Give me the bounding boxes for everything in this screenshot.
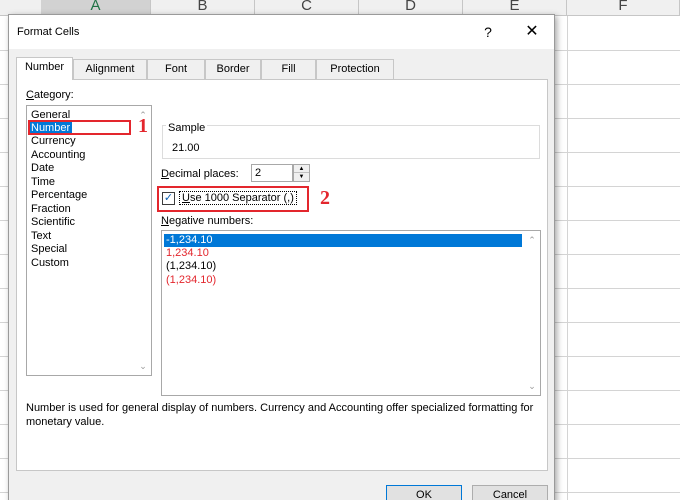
decimal-places-input[interactable]: 2 <box>251 164 293 182</box>
help-button[interactable]: ? <box>478 21 498 43</box>
category-label-rest: ategory: <box>33 89 74 101</box>
spin-down-icon[interactable]: ▼ <box>294 173 309 181</box>
category-item-fraction[interactable]: Fraction <box>30 203 73 216</box>
category-item-scientific[interactable]: Scientific <box>30 216 77 229</box>
close-button[interactable]: ✕ <box>520 21 544 43</box>
negative-number-option[interactable]: -1,234.10 <box>164 234 522 247</box>
tab-font[interactable]: Font <box>147 59 205 79</box>
negative-numbers-label-accel: N <box>161 215 169 227</box>
dialog-title: Format Cells <box>17 26 80 38</box>
negative-number-option[interactable]: (1,234.10) <box>164 274 522 287</box>
category-item-text[interactable]: Text <box>30 230 53 243</box>
decimal-places-label-accel: D <box>161 168 169 180</box>
category-item-custom[interactable]: Custom <box>30 257 71 270</box>
tab-alignment[interactable]: Alignment <box>73 59 147 79</box>
category-item-time[interactable]: Time <box>30 176 57 189</box>
negative-numbers-listbox[interactable]: -1,234.10 1,234.10 (1,234.10) (1,234.10)… <box>161 230 541 396</box>
sample-label: Sample <box>166 122 208 134</box>
negative-number-option[interactable]: (1,234.10) <box>164 260 522 273</box>
category-listbox[interactable]: General Number Currency Accounting Date … <box>26 105 152 376</box>
ok-button[interactable]: OK <box>386 485 462 500</box>
negative-number-option[interactable]: 1,234.10 <box>164 247 522 260</box>
annotation-number-1: 1 <box>138 115 148 137</box>
column-header-f[interactable]: F <box>567 0 680 16</box>
category-item-percentage[interactable]: Percentage <box>30 189 89 202</box>
separator-label-rest: se 1000 Separator (,) <box>189 192 294 204</box>
negative-numbers-label: Negative numbers: <box>161 215 253 227</box>
format-cells-dialog: Format Cells ? ✕ Number Alignment Font B… <box>8 14 555 500</box>
scroll-up-icon[interactable]: ⌃ <box>526 234 538 246</box>
annotation-box-1 <box>28 120 131 135</box>
category-item-special[interactable]: Special <box>30 243 69 256</box>
spin-up-icon[interactable]: ▲ <box>294 165 309 173</box>
category-label: Category: <box>26 89 74 101</box>
sample-group: 21.00 <box>162 125 540 159</box>
scroll-down-icon[interactable]: ⌄ <box>137 360 149 372</box>
negative-numbers-label-rest: egative numbers: <box>168 215 254 227</box>
separator-checkbox[interactable]: ✓ <box>162 192 175 205</box>
tab-number[interactable]: Number <box>16 57 73 80</box>
decimal-places-label-rest: ecimal places: <box>168 168 239 180</box>
category-item-date[interactable]: Date <box>30 162 56 175</box>
scroll-down-icon[interactable]: ⌄ <box>526 380 538 392</box>
category-item-accounting[interactable]: Accounting <box>30 149 87 162</box>
number-tab-page: Category: General Number Currency Accoun… <box>16 79 548 471</box>
category-label-accel: C <box>26 89 34 101</box>
category-description: Number is used for general display of nu… <box>26 402 534 428</box>
separator-label[interactable]: Use 1000 Separator (,) <box>179 191 297 205</box>
annotation-number-2: 2 <box>320 187 330 209</box>
tab-border[interactable]: Border <box>205 59 261 79</box>
decimal-places-spinner: ▲ ▼ <box>293 164 310 182</box>
cancel-button[interactable]: Cancel <box>472 485 548 500</box>
grid-line <box>567 16 568 500</box>
dialog-titlebar: Format Cells ? ✕ <box>9 15 554 49</box>
tab-fill[interactable]: Fill <box>261 59 316 79</box>
sample-value: 21.00 <box>172 142 200 154</box>
separator-label-accel: U <box>182 192 190 204</box>
category-item-currency[interactable]: Currency <box>30 135 78 148</box>
tab-protection[interactable]: Protection <box>316 59 394 79</box>
decimal-places-label: Decimal places: <box>161 168 239 180</box>
